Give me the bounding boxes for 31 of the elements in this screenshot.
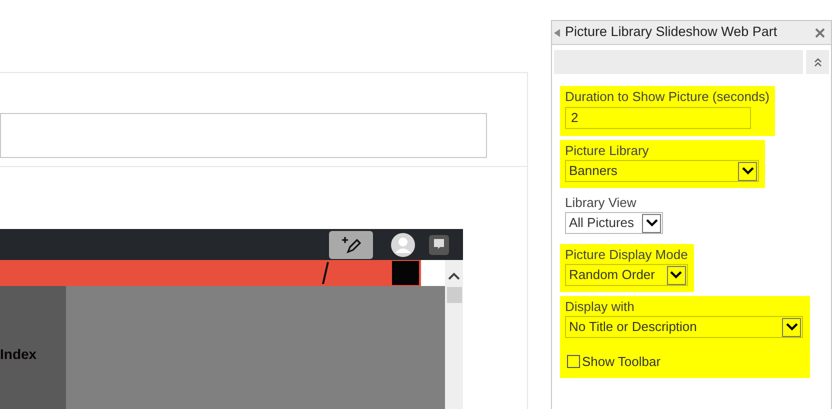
chevron-down-icon [670,271,682,279]
add-pencil-icon [340,236,362,254]
scroll-up-icon[interactable] [448,272,460,280]
sidebar-label: Index [0,345,37,364]
chevron-down-icon [786,323,798,331]
field-label: Library View [565,194,638,212]
chevron-down-icon [742,167,754,175]
edit-button[interactable] [329,230,373,258]
duration-field[interactable]: 2 [565,106,751,128]
field-label: Duration to Show Picture (seconds) [565,88,770,106]
comment-icon[interactable] [429,234,449,254]
checkbox-label: Show Toolbar [582,353,661,371]
collapse-left-icon[interactable] [554,28,560,36]
stroke-icon [322,262,330,284]
scroll-thumb[interactable] [446,287,462,303]
dropdown[interactable]: Random Order [565,264,688,286]
double-chevron-up-icon [814,58,822,66]
banner-block [392,261,419,285]
close-icon[interactable] [815,28,825,38]
collapse-button[interactable] [806,50,829,74]
pane-title: Picture Library Slideshow Web Part [565,23,778,42]
dropdown[interactable]: No Title or Description [565,316,803,338]
field-label: Display with [565,298,636,316]
dropdown[interactable]: All Pictures [565,212,664,234]
field-label: Picture Library [565,142,650,160]
avatar-icon[interactable] [391,232,415,256]
checkbox[interactable] [567,355,580,368]
text-field[interactable] [0,113,487,158]
dropdown[interactable]: Banners [565,160,759,182]
chevron-down-icon [646,219,658,227]
field-label: Picture Display Mode [565,246,688,264]
